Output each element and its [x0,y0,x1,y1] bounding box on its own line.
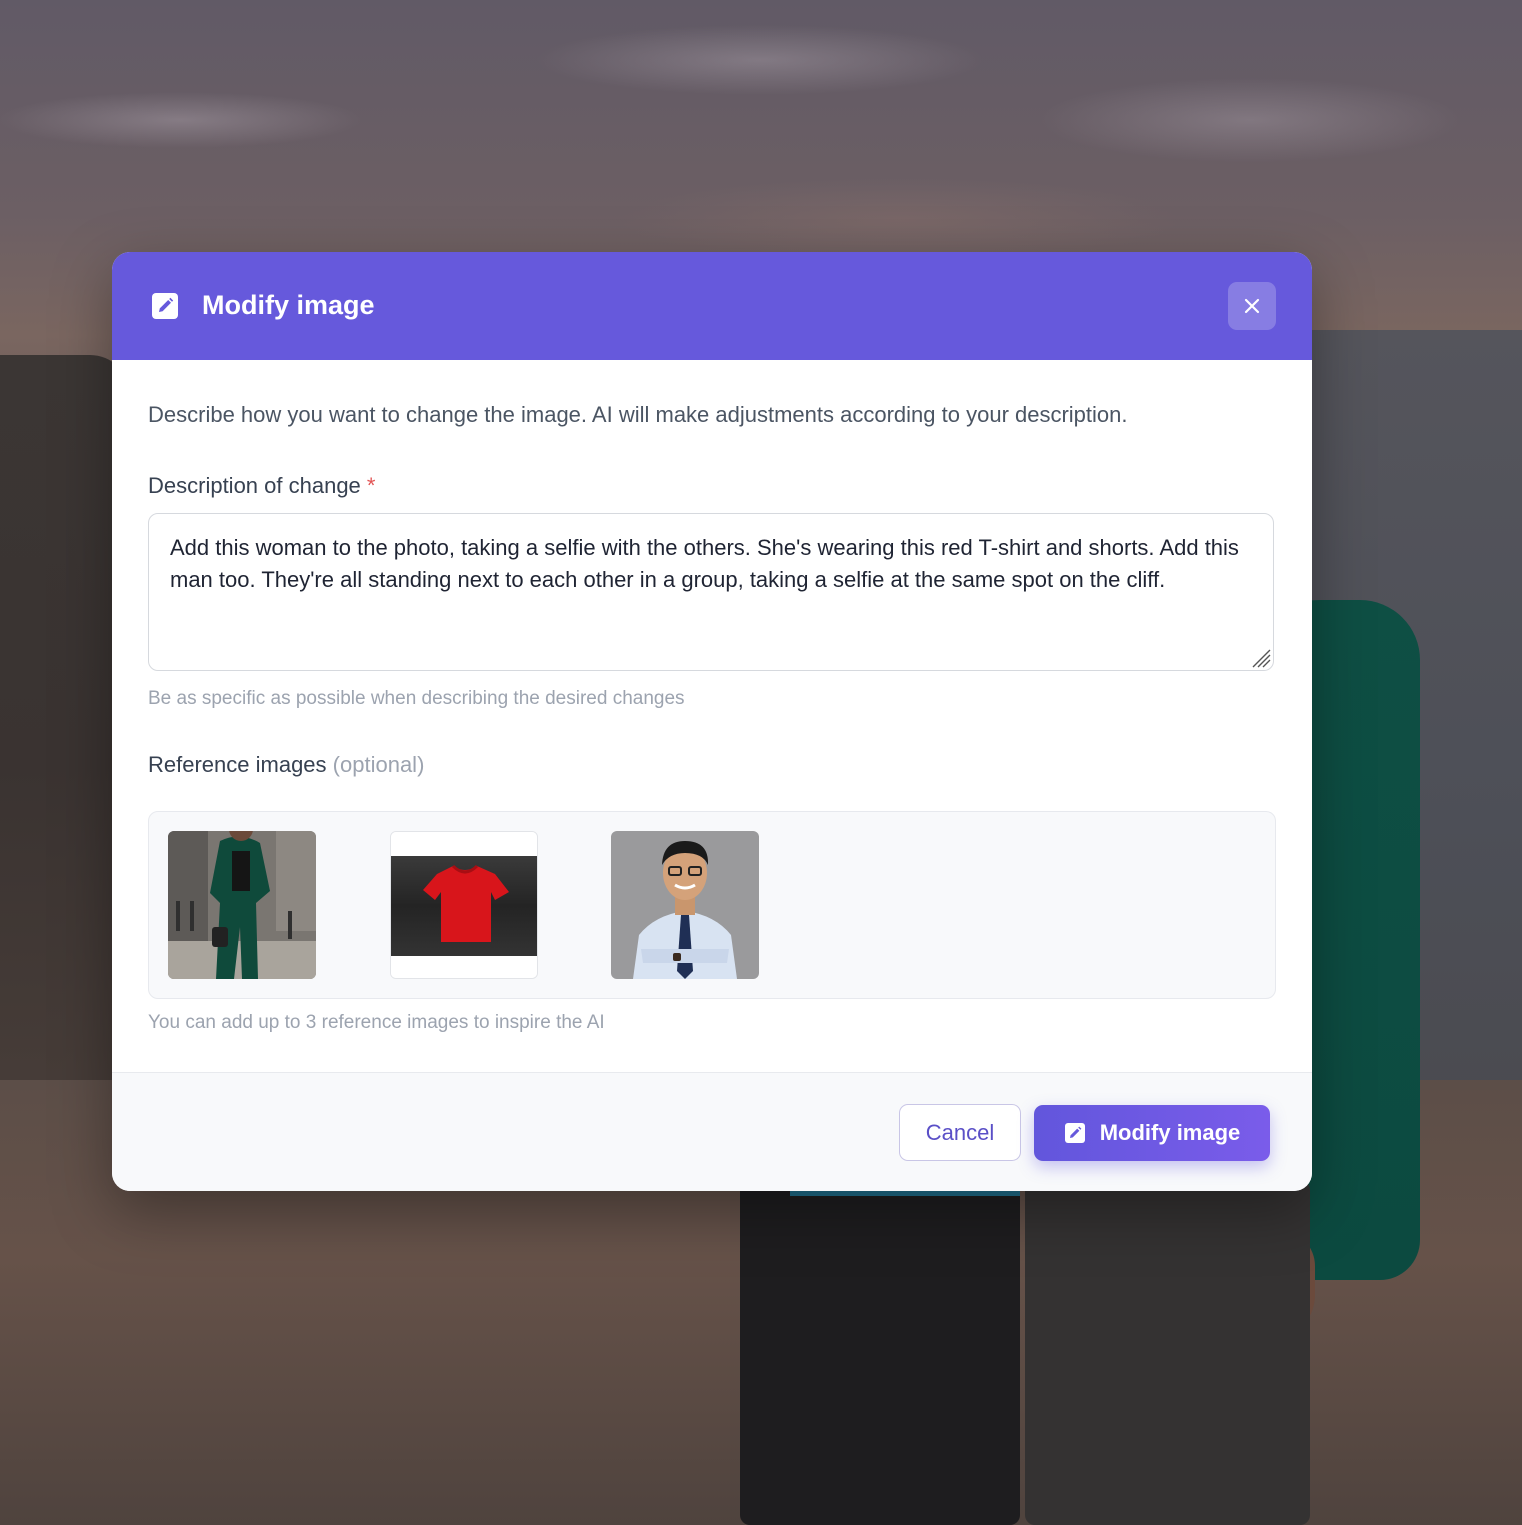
person-legs-right [1025,1180,1310,1525]
woman-photo [168,831,316,979]
cliff-rock [0,355,130,1175]
required-mark: * [366,473,376,498]
modify-image-dialog: Modify image Describe how you want to ch… [112,252,1312,1191]
close-button[interactable] [1228,282,1276,330]
modify-image-button-label: Modify image [1099,1120,1241,1145]
man-photo [611,831,759,979]
description-text: Add this woman to the photo, taking a se… [170,535,1239,592]
edit-icon [152,293,178,319]
reference-images-panel [148,811,1276,999]
dialog-title: Modify image [202,290,375,320]
description-textarea[interactable]: Add this woman to the photo, taking a se… [148,513,1274,671]
reference-images-label: Reference images (optional) [148,752,424,778]
dialog-footer: Cancel Modify image [112,1072,1312,1191]
cancel-button[interactable]: Cancel [899,1104,1021,1161]
edit-icon [1064,1123,1085,1143]
optional-tag: (optional) [332,752,425,777]
dialog-header: Modify image [112,252,1312,360]
reference-image-tshirt[interactable] [390,831,538,979]
description-label: Description of change * [148,473,375,499]
reference-images-hint: You can add up to 3 reference images to … [148,1012,605,1033]
reference-label-text: Reference images [148,752,327,777]
description-label-text: Description of change [148,473,361,498]
person-legs-left [740,1180,1020,1525]
reference-image-man[interactable] [611,831,759,979]
close-icon [1244,298,1260,314]
resize-handle-icon[interactable] [1249,646,1271,668]
tshirt-photo [391,832,537,978]
description-hint: Be as specific as possible when describi… [148,688,685,709]
reference-image-woman[interactable] [168,831,316,979]
dialog-intro: Describe how you want to change the imag… [148,402,1128,427]
modify-image-button[interactable]: Modify image [1034,1105,1270,1161]
